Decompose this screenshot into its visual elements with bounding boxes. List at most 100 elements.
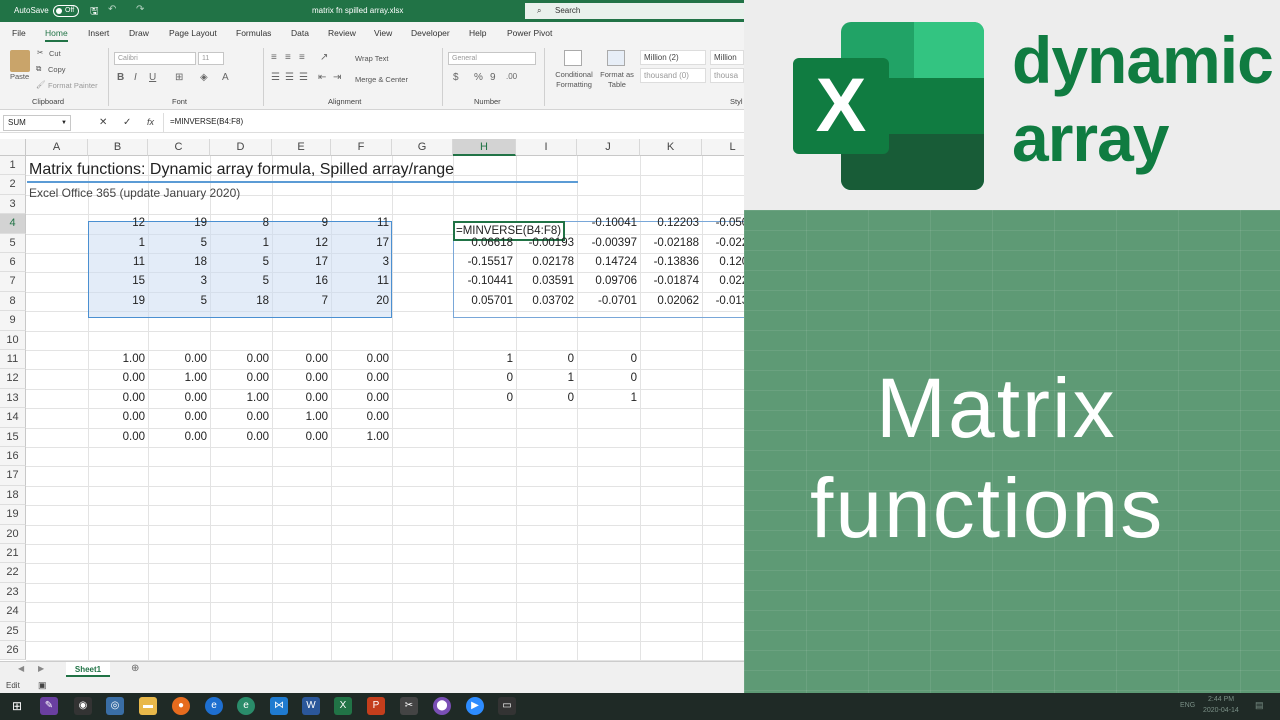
small-identity-cell[interactable]: 0 <box>516 392 574 404</box>
column-header-I[interactable]: I <box>516 139 577 156</box>
matrix-cell[interactable]: 1 <box>88 237 145 249</box>
search-input[interactable]: ⌕ Search <box>525 3 744 19</box>
accessibility-icon[interactable]: ▣ <box>38 680 47 691</box>
powerpoint-icon[interactable]: P <box>367 697 385 715</box>
wrap-text-button[interactable]: Wrap Text <box>355 54 389 63</box>
identity-cell[interactable]: 0.00 <box>88 431 145 443</box>
column-header-H[interactable]: H <box>453 139 516 156</box>
font-name-select[interactable]: Calibri <box>114 52 196 65</box>
tab-view[interactable]: View <box>374 28 392 38</box>
row-header-23[interactable]: 23 <box>0 582 26 603</box>
matrix-cell[interactable]: 12 <box>272 237 328 249</box>
maps-icon[interactable]: ◉ <box>74 697 92 715</box>
row-header-13[interactable]: 13 <box>0 388 26 409</box>
cut-icon[interactable]: ✂ <box>37 48 43 57</box>
pen-icon[interactable]: ✎ <box>40 697 58 715</box>
small-identity-cell[interactable]: 0 <box>577 353 637 365</box>
redo-icon[interactable]: ↷ <box>136 4 144 15</box>
identity-cell[interactable]: 0.00 <box>148 411 207 423</box>
column-header-L[interactable]: L <box>702 139 744 156</box>
column-header-C[interactable]: C <box>148 139 210 156</box>
identity-cell[interactable]: 0.00 <box>331 411 389 423</box>
row-header-3[interactable]: 3 <box>0 194 26 215</box>
identity-cell[interactable]: 0.00 <box>272 392 328 404</box>
clock-date[interactable]: 2020-04-14 <box>1203 707 1239 714</box>
sheet-tab-sheet1[interactable]: Sheet1 <box>66 662 110 677</box>
tab-insert[interactable]: Insert <box>88 28 109 38</box>
row-header-9[interactable]: 9 <box>0 311 26 331</box>
align-middle-icon[interactable]: ≡ <box>285 52 291 63</box>
tab-formulas[interactable]: Formulas <box>236 28 271 38</box>
identity-cell[interactable]: 0.00 <box>210 372 269 384</box>
row-header-19[interactable]: 19 <box>0 505 26 525</box>
identity-cell[interactable]: 0.00 <box>331 353 389 365</box>
tab-draw[interactable]: Draw <box>129 28 149 38</box>
inverse-cell[interactable]: -0.02188 <box>640 237 699 249</box>
column-header-G[interactable]: G <box>392 139 453 156</box>
cell-style-million[interactable]: Million <box>710 50 744 65</box>
number-format-select[interactable]: General <box>448 52 536 65</box>
row-header-14[interactable]: 14 <box>0 408 26 428</box>
inverse-cell[interactable]: 0.06618 <box>453 237 513 249</box>
tab-help[interactable]: Help <box>469 28 486 38</box>
matrix-cell[interactable]: 5 <box>148 237 207 249</box>
small-identity-cell[interactable]: 0 <box>516 353 574 365</box>
chevron-down-icon[interactable]: ▼ <box>61 116 67 130</box>
matrix-cell[interactable]: 11 <box>331 275 389 287</box>
row-header-26[interactable]: 26 <box>0 641 26 661</box>
matrix-cell[interactable]: 19 <box>148 217 207 229</box>
row-header-1[interactable]: 1 <box>0 156 26 176</box>
identity-cell[interactable]: 0.00 <box>88 392 145 404</box>
cell-style-million-2[interactable]: Million (2) <box>640 50 706 65</box>
tab-home[interactable]: Home <box>45 28 68 42</box>
name-box[interactable]: SUM ▼ <box>3 115 71 131</box>
orientation-icon[interactable]: ↗ <box>320 52 328 63</box>
inverse-cell[interactable]: -0.01365 <box>702 295 744 307</box>
matrix-cell[interactable]: 7 <box>272 295 328 307</box>
identity-cell[interactable]: 0.00 <box>272 372 328 384</box>
row-header-11[interactable]: 11 <box>0 350 26 370</box>
matrix-cell[interactable]: 18 <box>148 256 207 268</box>
word-icon[interactable]: W <box>302 697 320 715</box>
edge-icon[interactable]: e <box>205 697 223 715</box>
next-sheet-icon[interactable]: ▶ <box>38 664 44 673</box>
save-icon[interactable]: 🖫 <box>90 4 99 21</box>
identity-cell[interactable]: 0.00 <box>331 392 389 404</box>
percent-icon[interactable]: % <box>474 72 483 83</box>
identity-cell[interactable]: 0.00 <box>148 353 207 365</box>
paste-button[interactable]: Paste <box>10 72 29 81</box>
italic-icon[interactable]: I <box>134 72 137 83</box>
row-header-17[interactable]: 17 <box>0 466 26 486</box>
increase-decimal-icon[interactable]: .00 <box>506 72 517 81</box>
matrix-cell[interactable]: 20 <box>331 295 389 307</box>
underline-icon[interactable]: U <box>149 72 156 83</box>
folder-icon[interactable]: ▬ <box>139 697 157 715</box>
matrix-cell[interactable]: 15 <box>88 275 145 287</box>
identity-cell[interactable]: 1.00 <box>210 392 269 404</box>
tab-file[interactable]: File <box>12 28 26 38</box>
align-left-icon[interactable]: ☰ <box>271 72 280 83</box>
cell-style-thousand-0[interactable]: thousand (0) <box>640 68 706 83</box>
inverse-cell[interactable]: 0.02178 <box>516 256 574 268</box>
enter-icon[interactable]: ✓ <box>123 117 131 128</box>
column-header-J[interactable]: J <box>577 139 640 156</box>
windows-start-icon[interactable]: ⊞ <box>8 697 26 715</box>
identity-cell[interactable]: 0.00 <box>210 431 269 443</box>
identity-cell[interactable]: 1.00 <box>272 411 328 423</box>
cut-button[interactable]: Cut <box>49 49 61 58</box>
fill-color-icon[interactable]: ◈ <box>200 72 208 83</box>
row-header-6[interactable]: 6 <box>0 253 26 273</box>
matrix-cell[interactable]: 5 <box>148 295 207 307</box>
small-identity-cell[interactable]: 1 <box>453 353 513 365</box>
row-header-18[interactable]: 18 <box>0 485 26 506</box>
align-bottom-icon[interactable]: ≡ <box>299 52 305 63</box>
identity-cell[interactable]: 1.00 <box>331 431 389 443</box>
tab-developer[interactable]: Developer <box>411 28 450 38</box>
inverse-cell[interactable]: 0.02265 <box>702 275 744 287</box>
copy-icon[interactable]: ⧉ <box>36 64 41 74</box>
format-painter-icon[interactable]: 🖌 <box>36 80 46 89</box>
row-header-7[interactable]: 7 <box>0 272 26 292</box>
matrix-cell[interactable]: 11 <box>88 256 145 268</box>
copy-button[interactable]: Copy <box>48 65 66 74</box>
column-header-D[interactable]: D <box>210 139 272 156</box>
